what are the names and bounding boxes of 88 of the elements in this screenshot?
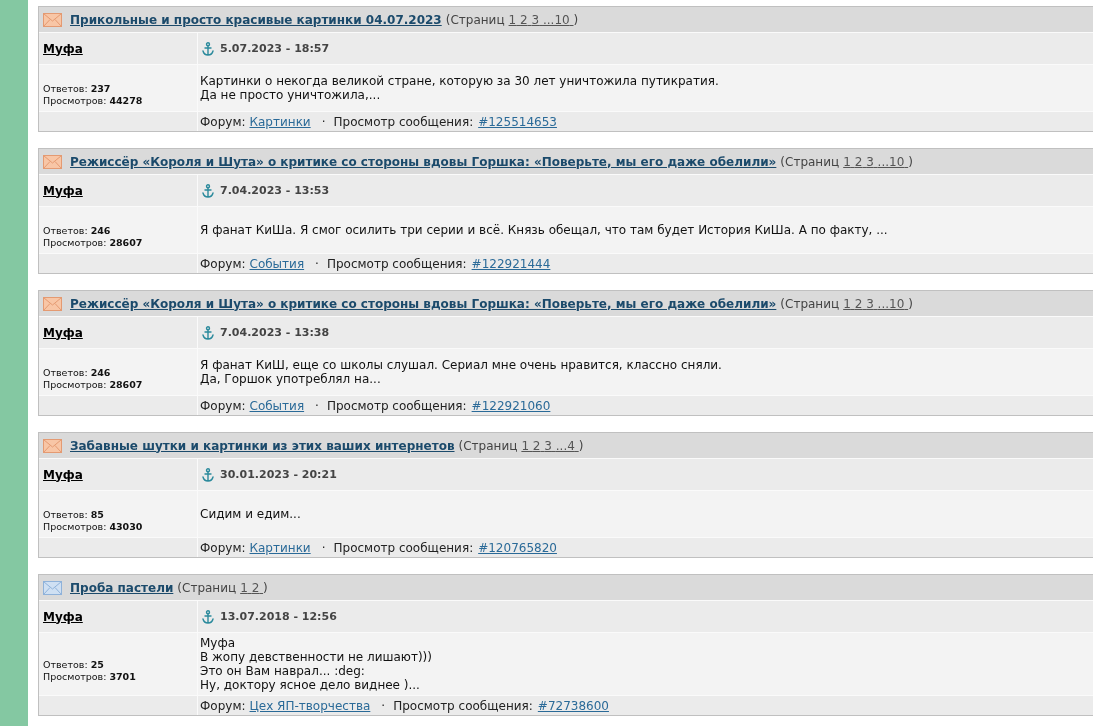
message-text: Муфа В жопу девственности не лишают))) Это он Вам наврал... :deg: Ну, доктору ясное дело виднее )... [200, 636, 432, 692]
topic-title-link[interactable]: Режиссёр «Короля и Шута» о критике со стороны вдовы Горшка: «Поверьте, мы его даже обелили» [70, 154, 777, 169]
post-number-link[interactable]: #122921060 [471, 398, 551, 413]
page-link[interactable]: 2 [854, 296, 863, 311]
post-number-link[interactable]: #125514653 [478, 114, 557, 129]
topic-title-link[interactable]: Забавные шутки и картинки из этих ваших интернетов [70, 438, 455, 453]
page-link[interactable]: 2 [520, 12, 528, 27]
replies-count: Ответов: 25 [43, 658, 104, 671]
post-date: 30.01.2023 - 20:21 [220, 468, 337, 481]
pages-label: (Страниц [458, 438, 518, 453]
page-link[interactable]: 3 [866, 154, 874, 169]
replies-count: Ответов: 246 [43, 366, 111, 379]
page-link[interactable]: 1 [240, 580, 248, 595]
views-count: Просмотров: 28607 [43, 378, 143, 391]
page-link[interactable]: 1 [843, 154, 851, 169]
forum-link[interactable]: События [249, 398, 305, 413]
view-post-label: Просмотр сообщения: [333, 114, 474, 129]
anchor-icon[interactable] [202, 183, 214, 198]
page-link[interactable]: 2 [251, 580, 260, 595]
view-post-label: Просмотр сообщения: [326, 398, 467, 413]
pages-close: ) [263, 580, 268, 595]
page-link[interactable]: 1 [843, 296, 851, 311]
author-link[interactable]: Муфа [43, 325, 83, 340]
author-link[interactable]: Муфа [43, 41, 83, 56]
message-text: Сидим и едим... [200, 507, 301, 521]
page-link[interactable]: ...4 [555, 438, 575, 453]
anchor-icon[interactable] [202, 41, 214, 56]
views-count: Просмотров: 28607 [43, 236, 143, 249]
page-link[interactable]: 3 [544, 438, 552, 453]
page-link[interactable]: 3 [866, 296, 874, 311]
pages-label: (Страниц [780, 154, 840, 169]
post-date: 13.07.2018 - 12:56 [220, 610, 337, 623]
post-date: 7.04.2023 - 13:38 [220, 326, 330, 339]
forum-link[interactable]: Картинки [249, 114, 311, 129]
message-text: Я фанат КиШ, еще со школы слушал. Сериал мне очень нравится, классно сняли. Да, Горшок употреблял на... [200, 358, 722, 386]
forum-link[interactable]: Картинки [249, 540, 311, 555]
pages-close: ) [908, 296, 913, 311]
page-link[interactable]: ...10 [542, 12, 570, 27]
views-count: Просмотров: 43030 [43, 520, 143, 533]
author-link[interactable]: Муфа [43, 609, 83, 624]
views-count: Просмотров: 3701 [43, 670, 136, 683]
post-number-link[interactable]: #122921444 [471, 256, 551, 271]
pages-close: ) [908, 154, 913, 169]
anchor-icon[interactable] [202, 325, 214, 340]
topic-title-link[interactable]: Проба пастели [70, 580, 174, 595]
forum-label: Форум: [200, 398, 246, 413]
dot-separator: · [381, 698, 386, 713]
message-text: Картинки о некогда великой стране, которую за 30 лет уничтожила путикратия. Да не просто уничтожила,... [200, 74, 719, 102]
pages-label: (Страниц [177, 580, 237, 595]
topic-title-link[interactable]: Режиссёр «Короля и Шута» о критике со стороны вдовы Горшка: «Поверьте, мы его даже обелили» [70, 296, 777, 311]
forum-link[interactable]: События [249, 256, 305, 271]
page-link[interactable]: 1 [521, 438, 529, 453]
forum-label: Форум: [200, 698, 246, 713]
pages-label: (Страниц [445, 12, 505, 27]
dot-separator: · [315, 398, 319, 413]
pages-label: (Страниц [780, 296, 840, 311]
forum-label: Форум: [200, 256, 246, 271]
forum-label: Форум: [200, 540, 246, 555]
author-link[interactable]: Муфа [43, 467, 83, 482]
pages-close: ) [573, 12, 579, 27]
replies-count: Ответов: 246 [43, 224, 111, 237]
page-link[interactable]: 1 [508, 12, 517, 27]
post-date: 5.07.2023 - 18:57 [220, 42, 330, 55]
forum-label: Форум: [200, 114, 246, 129]
page-link[interactable]: ...10 [877, 296, 905, 311]
post-date: 7.04.2023 - 13:53 [220, 184, 330, 197]
page-link[interactable]: 2 [532, 438, 541, 453]
post-number-link[interactable]: #72738600 [537, 698, 609, 713]
forum-link[interactable]: Цех ЯП-творчества [249, 698, 371, 713]
view-post-label: Просмотр сообщения: [333, 540, 474, 555]
anchor-icon[interactable] [202, 609, 214, 624]
message-text: Я фанат КиШа. Я смог осилить три серии и всё. Князь обещал, что там будет История КиШа. А по факту, ... [200, 223, 888, 237]
pages-close: ) [578, 438, 584, 453]
page-link[interactable]: 3 [531, 12, 540, 27]
views-count: Просмотров: 44278 [43, 94, 143, 107]
author-link[interactable]: Муфа [43, 183, 83, 198]
page-link[interactable]: 2 [854, 154, 863, 169]
replies-count: Ответов: 85 [43, 508, 104, 521]
post-number-link[interactable]: #120765820 [478, 540, 557, 555]
anchor-icon[interactable] [202, 467, 214, 482]
replies-count: Ответов: 237 [43, 82, 111, 95]
view-post-label: Просмотр сообщения: [326, 256, 467, 271]
dot-separator: · [321, 540, 326, 555]
view-post-label: Просмотр сообщения: [393, 698, 533, 713]
dot-separator: · [321, 114, 326, 129]
page-link[interactable]: ...10 [877, 154, 905, 169]
topic-title-link[interactable]: Прикольные и просто красивые картинки 04.07.2023 [70, 12, 442, 27]
dot-separator: · [315, 256, 319, 271]
